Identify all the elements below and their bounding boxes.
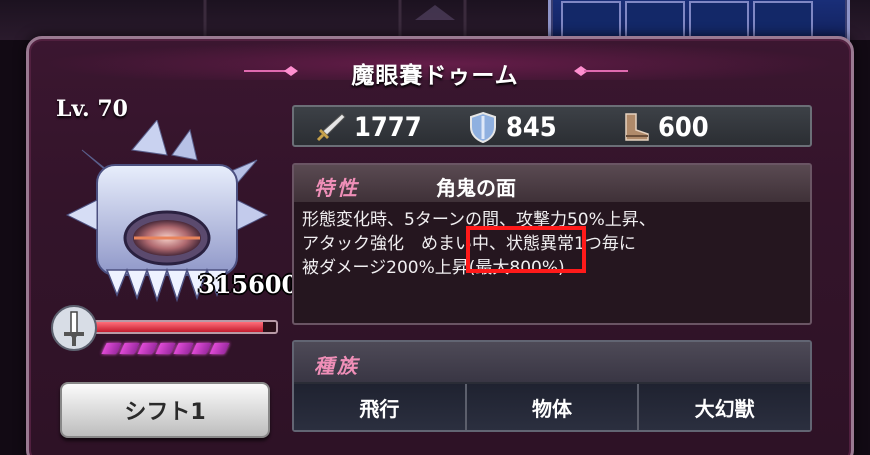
race-item: 物体 [466,384,640,430]
race-list: 飛行 物体 大幻獣 [294,384,811,430]
race-label: 種族 [314,354,360,378]
sword-badge-icon [51,305,97,351]
race-item: 飛行 [294,384,467,430]
speed-value: 600 [658,111,709,143]
race-panel: 種族 飛行 物体 大幻獣 [292,340,812,432]
trait-header: 特性 角鬼の面 [294,165,810,202]
speed-stat: 600 [618,109,709,145]
sword-icon [316,113,346,142]
charge-pip [155,343,176,354]
race-header: 種族 [294,342,810,382]
trait-name: 角鬼の面 [436,176,516,200]
shield-icon [470,111,496,144]
race-item: 大幻獣 [639,384,811,430]
trait-label: 特性 [314,176,360,200]
boot-icon [625,113,649,141]
defense-stat: 845 [466,109,557,145]
charge-pip [209,343,230,354]
charge-pip [101,343,122,354]
shift-button[interactable]: シフト1 [60,382,270,438]
charge-pips [101,343,230,355]
monster-name: 魔眼賽ドゥーム [351,63,519,89]
annotation-highlight-box [466,226,586,273]
charge-pip [173,343,194,354]
monster-level: Lv. 70 [56,96,128,122]
charge-pip [119,343,140,354]
stat-bar: 1777 845 600 [292,105,812,147]
monster-hp: 315600 [198,270,299,299]
hp-gauge [90,320,278,334]
attack-value: 1777 [354,111,422,143]
charge-pip [191,343,212,354]
charge-pip [137,343,158,354]
title-ornament-right-icon [574,66,628,76]
hp-gauge-fill [92,322,264,332]
defense-value: 845 [506,111,557,143]
attack-stat: 1777 [314,109,422,145]
